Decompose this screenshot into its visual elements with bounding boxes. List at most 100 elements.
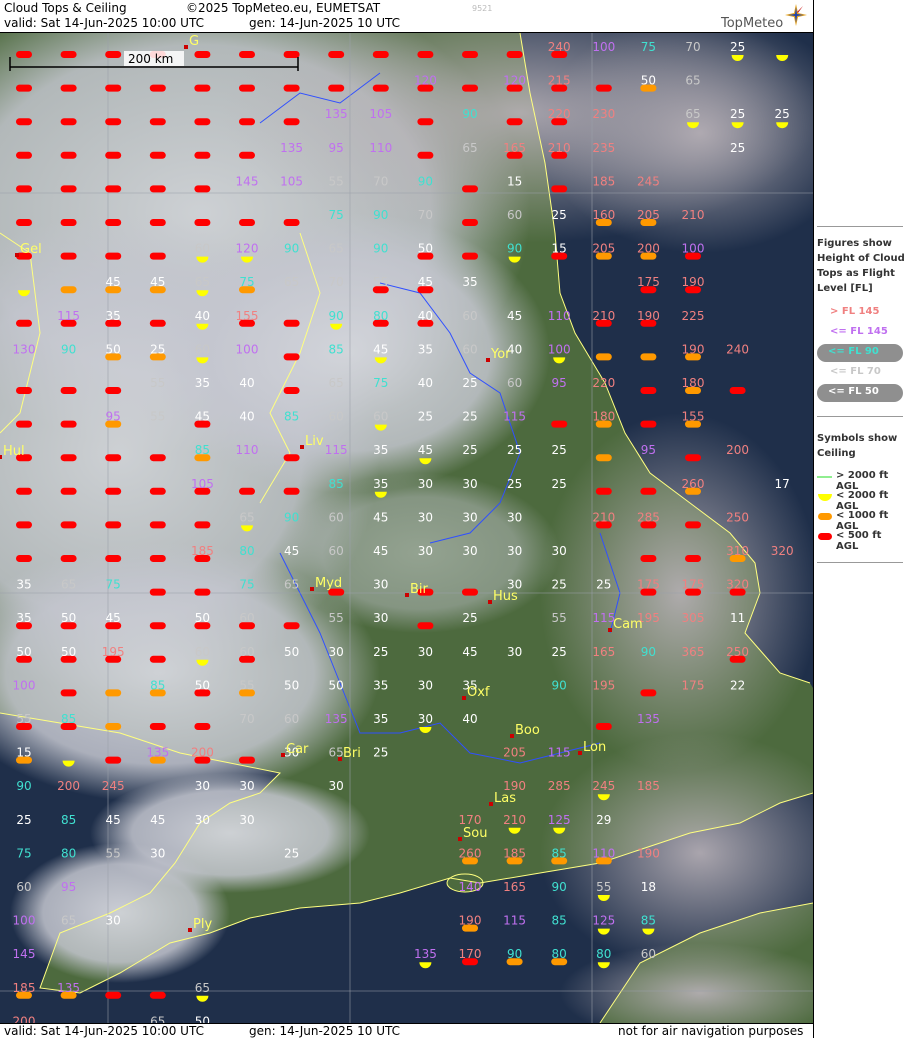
station-marker: 25	[507, 477, 522, 491]
ceiling-under-500-symbol	[462, 219, 478, 226]
cloud-top-label: 65	[685, 74, 700, 88]
ceiling-under-1000-symbol	[595, 353, 612, 361]
station-marker: 35	[373, 712, 388, 726]
cloud-top-label: 30	[418, 544, 433, 558]
cloud-top-label: 210	[548, 141, 571, 155]
cloud-top-label: 60	[195, 342, 210, 356]
cloud-top-label: 90	[373, 242, 388, 256]
cloud-top-label: 240	[548, 40, 571, 54]
cloud-top-label: 320	[771, 544, 794, 558]
cloud-top-label: 30	[329, 645, 344, 659]
station-marker: 75	[641, 40, 656, 54]
station-marker	[60, 555, 77, 562]
station-marker: 55	[106, 846, 121, 860]
ceiling-under-500-symbol	[16, 219, 32, 226]
station-marker: 45	[507, 309, 522, 323]
city-marker-sou: Sou	[458, 826, 487, 841]
cloud-top-label: 50	[284, 678, 299, 692]
cloud-top-label: 260	[682, 477, 705, 491]
station-marker: 85	[61, 813, 76, 827]
station-marker: 55	[239, 678, 255, 697]
station-marker	[149, 185, 166, 193]
station-marker	[60, 185, 77, 193]
station-marker	[239, 51, 255, 58]
station-marker	[105, 185, 122, 193]
station-marker: 90	[418, 174, 433, 188]
station-marker	[328, 51, 345, 58]
cloud-top-label: 65	[195, 275, 210, 289]
ceiling-under-500-symbol	[60, 185, 77, 193]
station-marker: 195	[592, 678, 615, 692]
cloud-top-label: 95	[552, 376, 567, 390]
cloud-top-label: 30	[507, 645, 522, 659]
station-marker	[283, 387, 300, 394]
cloud-top-label: 55	[552, 611, 567, 625]
cloud-top-label: 60	[195, 645, 210, 659]
ceiling-under-500-symbol	[105, 219, 122, 226]
ceiling-under-500-symbol	[194, 588, 211, 596]
city-label: Ply	[193, 917, 212, 932]
station-marker	[283, 622, 300, 630]
cloud-top-label: 25	[775, 107, 790, 121]
ceiling-under-500-symbol	[685, 555, 701, 562]
cloud-top-label: 25	[462, 376, 477, 390]
station-marker: 135	[325, 107, 348, 121]
cloud-top-label: 45	[418, 275, 433, 289]
station-marker: 60	[284, 712, 299, 726]
cloud-top-label: 85	[195, 443, 210, 457]
station-marker: 90	[373, 242, 388, 256]
cloud-top-label: 115	[57, 309, 80, 323]
station-marker: 60	[507, 376, 522, 390]
station-marker	[462, 185, 478, 193]
station-marker	[462, 252, 478, 260]
station-marker: 55	[329, 174, 344, 188]
station-marker: 30	[195, 779, 210, 793]
station-marker: 55	[329, 611, 344, 625]
ceiling-under-500-symbol	[417, 622, 434, 630]
cloud-top-label: 50	[16, 645, 31, 659]
station-marker	[239, 219, 255, 226]
cloud-top-label: 135	[637, 712, 660, 726]
cloud-top-label: 40	[239, 376, 254, 390]
ceiling-under-500-symbol	[16, 319, 32, 327]
station-marker: 50	[329, 678, 344, 692]
cloud-top-label: 50	[106, 342, 121, 356]
map-area[interactable]: 240 100 75 70 25 120 120 215 50 65 135 105 90 220 230 6…	[0, 33, 813, 1023]
cloud-top-label: 70	[373, 174, 388, 188]
station-marker: 45	[149, 275, 166, 294]
cloud-top-label: 90	[552, 880, 567, 894]
cloud-top-label: 25	[552, 208, 567, 222]
footer-disclaimer: not for air navigation purposes	[618, 1024, 804, 1038]
cloud-top-label: 80	[239, 544, 254, 558]
cloud-top-label: 140	[459, 880, 482, 894]
cloud-top-label: 205	[637, 208, 660, 222]
station-marker	[417, 51, 434, 58]
cloud-top-label: 50	[329, 678, 344, 692]
station-marker	[149, 118, 166, 126]
station-marker: 35	[195, 376, 210, 390]
figures-title-4: Level [FL]	[817, 283, 873, 294]
city-label: Bri	[343, 746, 361, 761]
cloud-top-label: 30	[552, 544, 567, 558]
station-marker	[239, 487, 255, 495]
cloud-top-label: 25	[596, 578, 611, 592]
station-marker	[551, 420, 568, 428]
station-marker: 65	[462, 141, 477, 155]
ceiling-under-500-symbol	[105, 991, 122, 999]
station-marker	[105, 252, 122, 260]
cloud-map[interactable]: 240 100 75 70 25 120 120 215 50 65 135 105 90 220 230 6…	[0, 33, 813, 1023]
station-marker: 60	[239, 611, 255, 630]
station-marker: 135	[325, 712, 348, 726]
cloud-top-label: 30	[195, 813, 210, 827]
cloud-top-label: 45	[106, 275, 121, 289]
cloud-top-label: 25	[462, 611, 477, 625]
cloud-top-label: 115	[548, 746, 571, 760]
ceiling-under-500-symbol	[60, 555, 77, 562]
cloud-top-label: 55	[239, 678, 254, 692]
footer-valid-time: valid: Sat 14-Jun-2025 10:00 UTC	[4, 1024, 204, 1038]
cloud-top-label: 45	[462, 645, 477, 659]
ceiling-under-500-symbol	[149, 555, 166, 562]
station-marker: 110	[369, 141, 392, 155]
station-marker	[595, 84, 612, 92]
station-marker: 30	[418, 645, 433, 659]
